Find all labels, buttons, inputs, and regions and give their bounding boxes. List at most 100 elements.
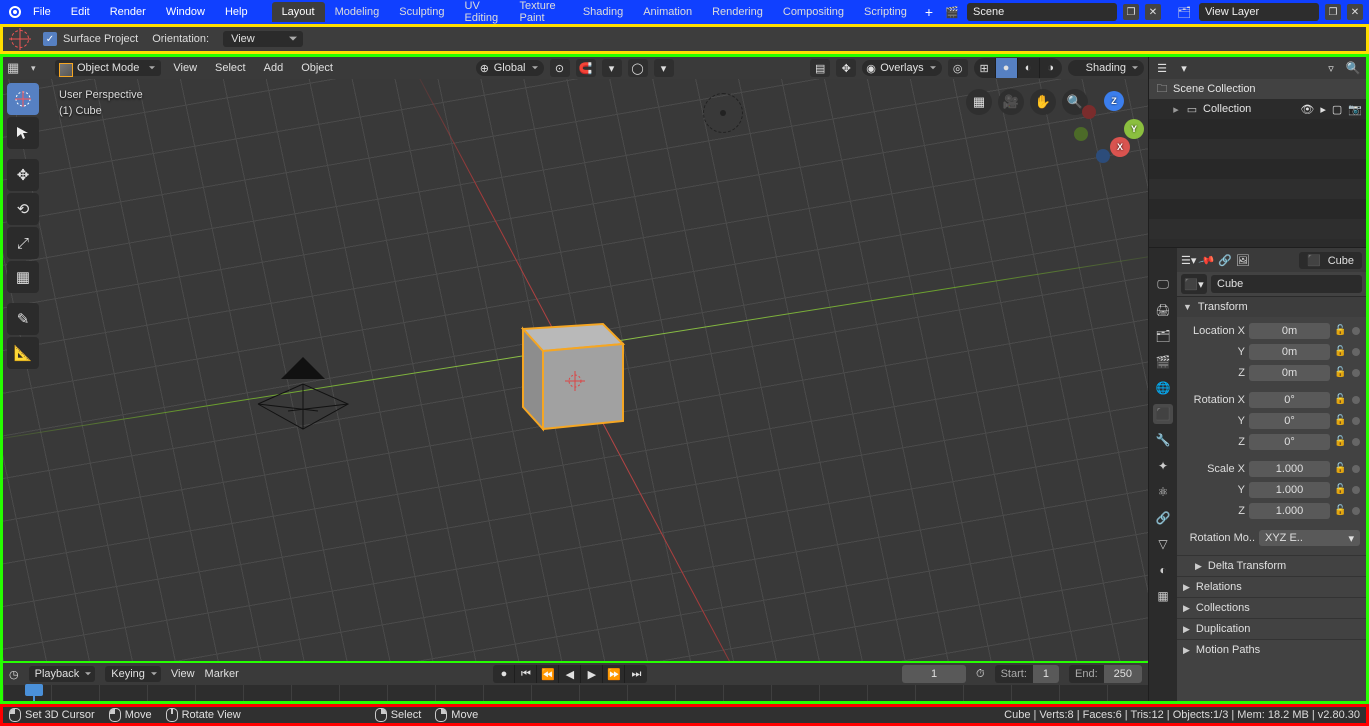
workspace-tab-layout[interactable]: Layout: [272, 2, 325, 22]
anim-dot[interactable]: [1352, 438, 1360, 446]
gizmo-neg-y[interactable]: [1074, 127, 1088, 141]
preview-range-icon[interactable]: ⏱: [976, 668, 985, 681]
tool-scale[interactable]: ⤢: [7, 227, 39, 259]
jump-to-end[interactable]: ⏭: [625, 665, 647, 683]
snap-toggle[interactable]: 🧲: [576, 59, 596, 77]
toggle-quadview-icon[interactable]: ▦: [966, 89, 992, 115]
outliner-tree[interactable]: 🗀 Scene Collection ▸ ▭ Collection 👁 ▸ ▢ …: [1149, 79, 1366, 247]
anim-dot[interactable]: [1352, 507, 1360, 515]
proportional-edit-toggle[interactable]: ◯: [628, 59, 648, 77]
viewport-3d[interactable]: ✥ ⟲ ⤢ ▦ ✎ 📐 User Perspective (1) Cube: [3, 79, 1148, 661]
scene-delete-button[interactable]: ✕: [1145, 4, 1161, 20]
shading-solid[interactable]: ●: [996, 58, 1018, 78]
tool-transform[interactable]: ▦: [7, 261, 39, 293]
navigation-gizmo[interactable]: Z Y X: [1072, 91, 1142, 161]
panel-delta-transform[interactable]: ▶ Delta Transform: [1177, 555, 1366, 576]
anim-dot[interactable]: [1352, 348, 1360, 356]
outliner-collection[interactable]: ▸ ▭ Collection 👁 ▸ ▢ 📷: [1149, 99, 1366, 119]
tab-world[interactable]: 🌐: [1153, 378, 1173, 398]
object-type-visibility[interactable]: ▤: [810, 59, 830, 77]
play-forward[interactable]: ▶: [581, 665, 603, 683]
outliner-scene-collection[interactable]: 🗀 Scene Collection: [1149, 79, 1366, 99]
viewport-menu-object[interactable]: Object: [295, 60, 339, 76]
viewport-menu-select[interactable]: Select: [209, 60, 252, 76]
tab-constraints[interactable]: 🔗: [1153, 508, 1173, 528]
lock-icon[interactable]: 🔓: [1334, 415, 1348, 426]
jump-next-keyframe[interactable]: ⏩: [603, 665, 625, 683]
selectable-toggle[interactable]: ▸: [1320, 103, 1326, 116]
outliner-editor-icon[interactable]: ☰: [1153, 60, 1171, 76]
scale-z-field[interactable]: 1.000: [1249, 503, 1330, 519]
timeline-ruler[interactable]: [3, 685, 1148, 701]
jump-to-start[interactable]: ⏮: [515, 665, 537, 683]
workspace-tab-animation[interactable]: Animation: [633, 2, 702, 22]
editor-type-chevron-icon[interactable]: ▾: [31, 63, 49, 74]
tool-cursor[interactable]: [7, 83, 39, 115]
workspace-tab-compositing[interactable]: Compositing: [773, 2, 854, 22]
panel-duplication[interactable]: ▶ Duplication: [1177, 618, 1366, 639]
shading-lookdev[interactable]: ◐: [1018, 58, 1040, 78]
anim-dot[interactable]: [1352, 396, 1360, 404]
tool-measure[interactable]: 📐: [7, 337, 39, 369]
lock-icon[interactable]: 🔓: [1334, 484, 1348, 495]
tab-texture[interactable]: ▦: [1153, 586, 1173, 606]
tab-render[interactable]: 🖵: [1153, 274, 1173, 294]
gizmo-x-axis[interactable]: X: [1110, 137, 1130, 157]
gizmo-y-axis[interactable]: Y: [1124, 119, 1144, 139]
viewport-menu-add[interactable]: Add: [258, 60, 290, 76]
scale-x-field[interactable]: 1.000: [1249, 461, 1330, 477]
surface-project-checkbox[interactable]: [43, 32, 57, 46]
scene-new-button[interactable]: ❐: [1123, 4, 1139, 20]
hide-viewport-toggle[interactable]: ▢: [1332, 103, 1342, 116]
tab-material[interactable]: ◐: [1153, 560, 1173, 580]
transform-orientation-dropdown[interactable]: ⊕ Global: [476, 60, 544, 76]
gizmo-z-axis[interactable]: Z: [1104, 91, 1124, 111]
panel-collections[interactable]: ▶ Collections: [1177, 597, 1366, 618]
pin-icon[interactable]: 📌: [1198, 251, 1216, 269]
lock-icon[interactable]: 🔓: [1334, 394, 1348, 405]
anim-dot[interactable]: [1352, 465, 1360, 473]
panel-relations[interactable]: ▶ Relations: [1177, 576, 1366, 597]
camera-view-icon[interactable]: 🎥: [998, 89, 1024, 115]
proportional-edit-falloff[interactable]: ▾: [654, 59, 674, 77]
menu-render[interactable]: Render: [100, 3, 156, 21]
workspace-add-button[interactable]: +: [917, 1, 941, 23]
tool-annotate[interactable]: ✎: [7, 303, 39, 335]
scene-browse-icon[interactable]: 🎬: [941, 6, 963, 19]
timeline-editor-icon[interactable]: ◷: [9, 668, 19, 681]
overlays-dropdown[interactable]: ◉ Overlays: [862, 60, 941, 76]
scale-y-field[interactable]: 1.000: [1249, 482, 1330, 498]
pivot-point-dropdown[interactable]: ⊙: [550, 59, 570, 77]
end-frame-field[interactable]: End: 250: [1069, 665, 1142, 683]
xray-toggle[interactable]: ◎: [948, 59, 968, 77]
outliner-search-icon[interactable]: 🔍: [1344, 60, 1362, 76]
object-datablock-dropdown[interactable]: ⬛▾: [1181, 274, 1207, 294]
tool-select-box[interactable]: [7, 117, 39, 149]
viewport-menu-view[interactable]: View: [167, 60, 203, 76]
gizmo-neg-z[interactable]: [1096, 149, 1110, 163]
workspace-tab-uv-editing[interactable]: UV Editing: [455, 0, 510, 28]
snap-options-dropdown[interactable]: ▾: [602, 59, 622, 77]
gizmo-toggle[interactable]: ✥: [836, 59, 856, 77]
workspace-tab-rendering[interactable]: Rendering: [702, 2, 773, 22]
rotation-x-field[interactable]: 0°: [1249, 392, 1330, 408]
disclosure-icon[interactable]: ▸: [1171, 103, 1181, 116]
exclude-toggle[interactable]: 👁: [1300, 103, 1314, 116]
object-mode-dropdown[interactable]: Object Mode: [55, 60, 161, 76]
workspace-tab-texture-paint[interactable]: Texture Paint: [510, 0, 573, 28]
shading-options-dropdown[interactable]: Shading: [1068, 60, 1144, 76]
playhead[interactable]: [33, 685, 35, 701]
tab-physics[interactable]: ⚛: [1153, 482, 1173, 502]
timeline-keying-menu[interactable]: Keying: [105, 666, 161, 682]
start-frame-field[interactable]: Start: 1: [995, 665, 1059, 683]
timeline-marker-menu[interactable]: Marker: [205, 668, 239, 680]
timeline-playback-menu[interactable]: Playback: [29, 666, 96, 682]
auto-keyframe-toggle[interactable]: ●: [493, 665, 515, 683]
editor-type-icon[interactable]: ▦: [7, 60, 25, 76]
tab-particles[interactable]: ✦: [1153, 456, 1173, 476]
viewlayer-name-field[interactable]: View Layer: [1199, 3, 1319, 21]
anim-dot[interactable]: [1352, 417, 1360, 425]
object-name-field[interactable]: Cube: [1211, 275, 1362, 293]
workspace-tab-scripting[interactable]: Scripting: [854, 2, 917, 22]
workspace-tab-modeling[interactable]: Modeling: [325, 2, 390, 22]
